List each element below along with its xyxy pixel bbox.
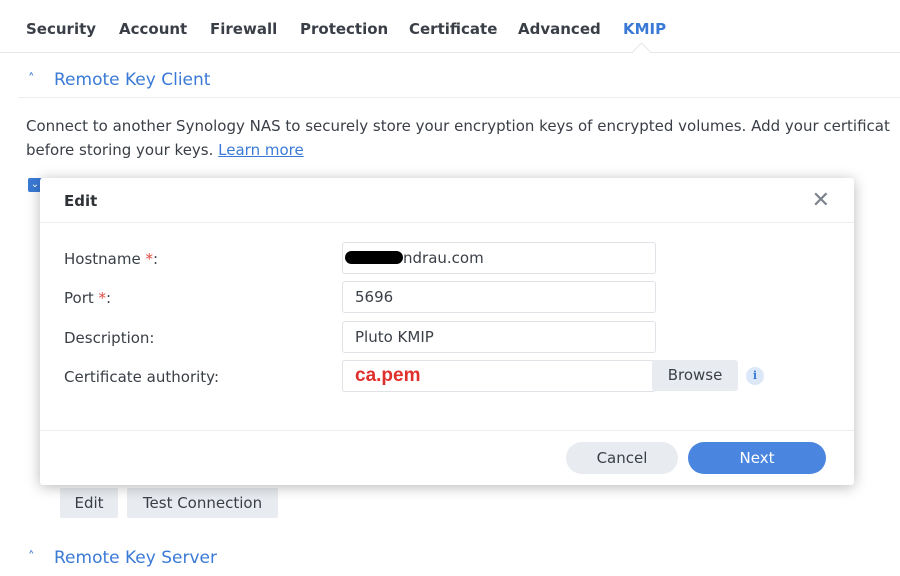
port-field[interactable]: 5696 xyxy=(342,281,656,313)
tab-firewall[interactable]: Firewall xyxy=(210,20,277,38)
browse-button[interactable]: Browse xyxy=(652,360,738,391)
tab-security[interactable]: Security xyxy=(26,20,96,38)
section-description: Connect to another Synology NAS to secur… xyxy=(26,114,900,162)
description-line-2: before storing your keys. Learn more xyxy=(26,138,900,162)
certificate-authority-field[interactable]: ca.pem xyxy=(342,360,656,392)
chevron-up-icon: ˄ xyxy=(28,72,35,87)
dialog-title: Edit xyxy=(64,192,98,210)
tab-kmip[interactable]: KMIP xyxy=(623,20,666,38)
divider xyxy=(18,97,900,98)
tab-account[interactable]: Account xyxy=(119,20,187,38)
section-header-remote-key-server[interactable]: ˄ Remote Key Server xyxy=(28,548,217,568)
tab-advanced[interactable]: Advanced xyxy=(518,20,601,38)
required-mark: * xyxy=(98,289,107,307)
learn-more-link[interactable]: Learn more xyxy=(218,141,304,159)
section-header-remote-key-client[interactable]: ˄ Remote Key Client xyxy=(28,70,210,90)
section-title: Remote Key Client xyxy=(54,70,211,90)
info-icon[interactable]: i xyxy=(746,367,764,385)
edit-button[interactable]: Edit xyxy=(60,488,118,518)
section-title: Remote Key Server xyxy=(54,548,217,568)
close-icon[interactable]: ✕ xyxy=(812,188,830,213)
dialog-header-divider xyxy=(40,222,854,223)
certificate-authority-label: Certificate authority: xyxy=(64,368,220,386)
cancel-button[interactable]: Cancel xyxy=(566,442,678,474)
label-colon: : xyxy=(152,250,159,268)
test-connection-button[interactable]: Test Connection xyxy=(127,488,278,518)
redaction-mark xyxy=(345,251,403,264)
hostname-label: Hostname *: xyxy=(64,250,158,268)
label-colon: : xyxy=(106,289,112,307)
description-label: Description: xyxy=(64,329,155,347)
description-field[interactable]: Pluto KMIP xyxy=(342,321,656,353)
tab-protection[interactable]: Protection xyxy=(300,20,388,38)
port-label-text: Port xyxy=(64,289,94,307)
edit-dialog: Edit ✕ Hostname *: ndrau.com Port *: 569… xyxy=(40,178,854,485)
tab-certificate[interactable]: Certificate xyxy=(409,20,497,38)
hostname-label-text: Hostname xyxy=(64,250,141,268)
certificate-authority-value: ca.pem xyxy=(355,365,421,386)
next-button[interactable]: Next xyxy=(688,442,826,474)
description-line-1: Connect to another Synology NAS to secur… xyxy=(26,117,890,135)
port-label: Port *: xyxy=(64,289,111,307)
tab-bar: Security Account Firewall Protection Cer… xyxy=(0,0,900,61)
hostname-value: ndrau.com xyxy=(403,249,484,267)
hostname-field[interactable]: ndrau.com xyxy=(342,242,656,274)
active-tab-indicator xyxy=(632,42,651,61)
chevron-up-icon: ˄ xyxy=(28,550,35,565)
description-text: before storing your keys. xyxy=(26,141,214,159)
required-mark: * xyxy=(145,250,153,268)
dialog-footer-divider xyxy=(40,430,854,431)
